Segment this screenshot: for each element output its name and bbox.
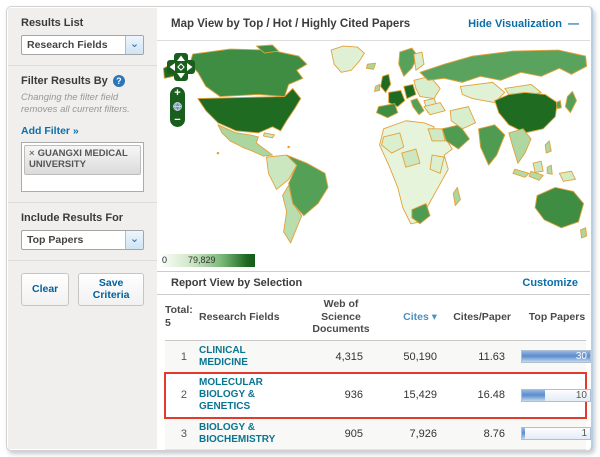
table-row: 2 MOLECULAR BIOLOGY & GENETICS 936 15,42… xyxy=(165,373,586,417)
field-link-biology-biochemistry[interactable]: BIOLOGY & BIOCHEMISTRY xyxy=(199,422,303,446)
remove-filter-icon[interactable]: × xyxy=(29,148,35,159)
main-panel: Map View by Top / Hot / Highly Cited Pap… xyxy=(157,8,590,449)
row-rank: 1 xyxy=(165,351,199,363)
column-cites-per-paper: Cites/Paper xyxy=(447,311,519,324)
results-table: Total: 5 Research Fields Web of Science … xyxy=(157,295,590,451)
include-results-select[interactable]: Top Papers ⌄ xyxy=(21,230,144,250)
legend-max-value: 79,829 xyxy=(188,255,216,265)
active-filters-listbox: ×GUANGXI MEDICAL UNIVERSITY xyxy=(21,142,144,192)
top-papers-bar: 10 xyxy=(521,389,591,402)
filter-section: Filter Results By ? Changing the filter … xyxy=(8,66,157,203)
cites-per-paper-value: 11.63 xyxy=(447,351,519,363)
results-list-section: Results List Research Fields ⌄ xyxy=(8,8,157,66)
add-filter-link[interactable]: Add Filter » xyxy=(21,125,79,137)
documents-value: 905 xyxy=(303,428,379,440)
table-row: 4 PHARMACOLOG Y & TOXICOLOGY 566 6,788 1… xyxy=(165,450,586,451)
results-list-label: Results List xyxy=(21,17,144,29)
pan-control[interactable] xyxy=(166,52,196,82)
filter-note: Changing the filter field removes all cu… xyxy=(21,92,144,116)
documents-value: 936 xyxy=(303,389,379,401)
hide-visualization-label: Hide Visualization xyxy=(468,18,562,30)
cites-per-paper-value: 8.76 xyxy=(447,428,519,440)
documents-value: 4,315 xyxy=(303,351,379,363)
world-map-visualization[interactable]: + − 0 79,829 xyxy=(157,41,590,271)
zoom-in-button[interactable]: + xyxy=(174,88,180,98)
chevron-down-icon: ⌄ xyxy=(125,231,143,249)
field-link-clinical-medicine[interactable]: CLINICAL MEDICINE xyxy=(199,345,303,369)
report-header: Report View by Selection Customize xyxy=(157,271,590,295)
app-window: Results List Research Fields ⌄ Filter Re… xyxy=(6,6,593,451)
help-icon[interactable]: ? xyxy=(113,75,125,87)
map-view-title: Map View by Top / Hot / Highly Cited Pap… xyxy=(171,18,410,30)
table-header-row: Total: 5 Research Fields Web of Science … xyxy=(165,295,586,341)
top-papers-bar: 1 xyxy=(521,427,591,440)
results-list-selected-value: Research Fields xyxy=(22,36,125,54)
map-legend: 0 79,829 xyxy=(160,254,255,267)
column-research-fields: Research Fields xyxy=(199,311,303,324)
report-view-title: Report View by Selection xyxy=(171,277,302,289)
world-choropleth-map[interactable] xyxy=(159,44,589,246)
collapse-icon: — xyxy=(568,18,578,30)
column-cites-sort[interactable]: Cites ▾ xyxy=(379,311,447,324)
chevron-down-icon: ⌄ xyxy=(125,36,143,54)
save-criteria-button[interactable]: Save Criteria xyxy=(78,273,144,306)
filter-results-by-label: Filter Results By xyxy=(21,75,108,87)
results-list-select[interactable]: Research Fields ⌄ xyxy=(21,35,144,55)
clear-button[interactable]: Clear xyxy=(21,273,69,306)
field-link-molecular-biology-genetics[interactable]: MOLECULAR BIOLOGY & GENETICS xyxy=(199,377,303,412)
globe-icon[interactable] xyxy=(173,102,182,111)
table-row: 3 BIOLOGY & BIOCHEMISTRY 905 7,926 8.76 … xyxy=(165,418,586,451)
filter-tag-label: GUANGXI MEDICAL UNIVERSITY xyxy=(29,148,128,170)
cites-value: 7,926 xyxy=(379,428,447,440)
actions-section: Clear Save Criteria xyxy=(8,261,157,316)
cites-label: Cites xyxy=(403,311,429,323)
sort-arrow-icon: ▾ xyxy=(432,311,437,323)
row-rank: 2 xyxy=(165,389,199,401)
include-results-section: Include Results For Top Papers ⌄ xyxy=(8,203,157,261)
top-papers-value: 1 xyxy=(581,428,587,440)
filter-tag-guangxi-medical-university[interactable]: ×GUANGXI MEDICAL UNIVERSITY xyxy=(24,145,141,175)
include-results-label: Include Results For xyxy=(21,212,144,224)
column-top-papers: Top Papers xyxy=(519,311,593,324)
top-papers-value: 10 xyxy=(576,390,587,402)
total-count: Total: 5 xyxy=(165,304,199,329)
map-header: Map View by Top / Hot / Highly Cited Pap… xyxy=(157,8,590,41)
zoom-out-button[interactable]: − xyxy=(174,115,180,125)
column-documents: Web of Science Documents xyxy=(303,298,379,336)
table-row: 1 CLINICAL MEDICINE 4,315 50,190 11.63 3… xyxy=(165,341,586,374)
customize-link[interactable]: Customize xyxy=(522,277,578,289)
sidebar: Results List Research Fields ⌄ Filter Re… xyxy=(8,8,157,449)
top-papers-value: 30 xyxy=(576,351,587,363)
include-results-selected-value: Top Papers xyxy=(22,231,125,249)
map-controls: + − xyxy=(166,52,196,127)
cites-value: 50,190 xyxy=(379,351,447,363)
cites-per-paper-value: 16.48 xyxy=(447,389,519,401)
top-papers-bar: 30 xyxy=(521,350,591,363)
cites-value: 15,429 xyxy=(379,389,447,401)
legend-min-value: 0 xyxy=(162,255,167,265)
zoom-control: + − xyxy=(170,87,185,127)
row-rank: 3 xyxy=(165,428,199,440)
hide-visualization-link[interactable]: Hide Visualization — xyxy=(468,18,578,30)
